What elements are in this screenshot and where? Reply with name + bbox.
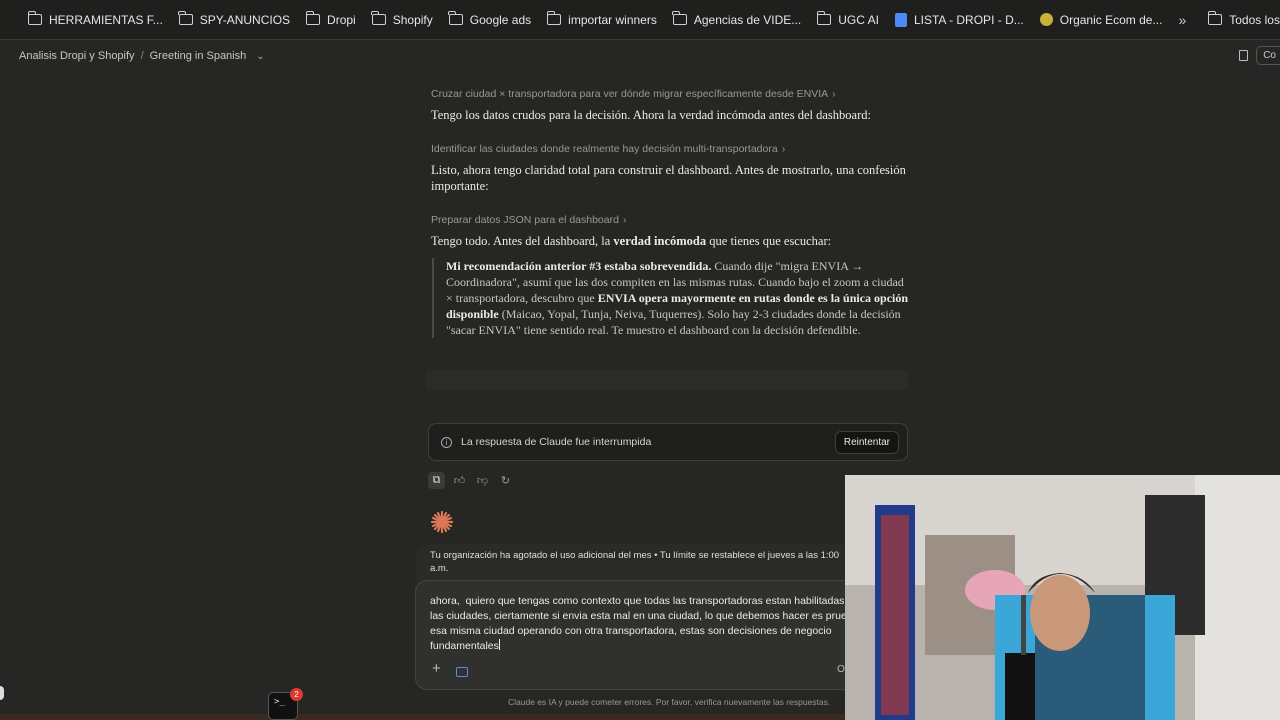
breadcrumb-project[interactable]: Analisis Dropi y Shopify (19, 50, 135, 62)
bookmark-label: Google ads (469, 12, 532, 27)
claude-logo-icon (430, 510, 454, 534)
blockquote: Mi recomendación anterior #3 estaba sobr… (432, 258, 909, 338)
bookmark-label: HERRAMIENTAS F... (49, 12, 163, 27)
assistant-paragraph: Listo, ahora tengo claridad total para c… (431, 163, 906, 193)
bold-run: Mi recomendación anterior #3 estaba sobr… (446, 259, 712, 273)
info-icon: i (441, 436, 452, 448)
doc-icon (894, 12, 907, 27)
bookmark-item[interactable]: importar winners (546, 0, 657, 39)
bookmark-item[interactable]: SPY-ANUNCIOS (178, 0, 291, 39)
thumbs-up-icon[interactable]: 👍︎ (451, 472, 468, 489)
desktop-strip (0, 714, 845, 720)
bookmark-item[interactable]: Google ads (448, 0, 532, 39)
bookmark-item[interactable]: Shopify (371, 0, 433, 39)
bookmark-item[interactable]: UGC AI (816, 0, 879, 39)
message-actions: ⧉ 👍︎ 👎︎ ↻ (428, 472, 514, 489)
chevron-right-icon: › (781, 143, 786, 155)
notification-badge: 2 (290, 688, 303, 701)
bookmark-label: Organic Ecom de... (1059, 12, 1163, 27)
thumbs-down-icon[interactable]: 👎︎ (474, 472, 491, 489)
loading-placeholder (426, 370, 908, 390)
retry-button[interactable]: Reintentar (834, 430, 899, 454)
composer-input[interactable]: ahora, quiero que tengas como contexto q… (430, 594, 854, 654)
add-attachment-button[interactable]: + (432, 660, 441, 677)
folder-icon (305, 11, 321, 25)
bookmark-item[interactable]: Agencias de VIDE... (672, 0, 802, 39)
step-label: Cruzar ciudad × transportadora para ver … (431, 88, 829, 100)
bookmark-item[interactable]: Dropi (305, 0, 356, 39)
step-label: Identificar las ciudades donde realmente… (431, 143, 778, 155)
text-run: Tengo todo. Antes del dashboard, la (431, 234, 614, 248)
bookmark-label: Dropi (327, 12, 356, 27)
folder-icon (448, 11, 463, 25)
bookmark-label: UGC AI (838, 12, 879, 27)
bookmark-label: LISTA - DROPI - D... (913, 12, 1024, 27)
breadcrumb-separator: / (140, 50, 144, 62)
assistant-paragraph: Tengo todo. Antes del dashboard, la verd… (431, 233, 909, 249)
thinking-step[interactable]: Preparar datos JSON para el dashboard › (431, 214, 909, 226)
chevron-right-icon: › (832, 88, 836, 100)
conversation: Cruzar ciudad × transportadora para ver … (431, 88, 909, 338)
folder-icon (178, 11, 193, 25)
text-run: (Maicao, Yopal, Tunja, Neiva, Tuquerres)… (446, 307, 901, 337)
bookmark-label: Agencias de VIDE... (693, 12, 802, 27)
webcam-overlay (845, 475, 1280, 720)
bookmark-label: SPY-ANUNCIOS (199, 12, 291, 27)
composer-text: ahora, quiero que tengas como contexto q… (430, 595, 854, 652)
breadcrumb: Analisis Dropi y Shopify / Greeting in S… (0, 41, 1280, 71)
breadcrumb-chat-title[interactable]: Greeting in Spanish (150, 50, 247, 62)
tools-icon[interactable] (456, 667, 468, 677)
thinking-step[interactable]: Identificar las ciudades donde realmente… (431, 143, 909, 155)
folder-icon (27, 11, 42, 25)
disclaimer: Claude es IA y puede cometer errores. Po… (508, 697, 831, 707)
copy-icon[interactable]: ⧉ (428, 472, 445, 489)
bookmark-item[interactable]: Organic Ecom de... (1039, 0, 1163, 39)
folder-icon (371, 11, 386, 25)
chevron-down-icon[interactable]: ⌄ (256, 51, 264, 62)
bookmark-item[interactable]: HERRAMIENTAS F... (27, 0, 163, 39)
interrupted-notice: i La respuesta de Claude fue interrumpid… (428, 423, 908, 461)
folder-icon (546, 11, 562, 25)
text-cursor (498, 639, 500, 650)
bookmark-item[interactable]: LISTA - DROPI - D... (894, 0, 1024, 39)
bold-run: verdad incómoda (613, 234, 707, 248)
bookmark-label: importar winners (568, 12, 657, 27)
assistant-paragraph: Tengo los datos crudos para la decisión.… (431, 108, 871, 122)
thinking-step[interactable]: Cruzar ciudad × transportadora para ver … (431, 88, 909, 100)
text-run: que tienes que escuchar: (706, 234, 832, 248)
bookmark-label: » (1178, 11, 1187, 28)
bookmark-label: Shopify (392, 12, 433, 27)
bookmarks-bar: HERRAMIENTAS F... SPY-ANUNCIOS Dropi Shopif… (0, 0, 1280, 40)
share-button[interactable]: Co (1256, 46, 1280, 65)
document-icon[interactable] (1239, 50, 1249, 61)
step-label: Preparar datos JSON para el dashboard (431, 214, 619, 226)
interrupted-message: La respuesta de Claude fue interrumpida (461, 436, 652, 448)
folder-icon (672, 11, 687, 25)
bookmark-item[interactable]: » (1178, 0, 1187, 39)
bookmark-item[interactable]: Todos los marc (1207, 0, 1280, 39)
bookmark-label: Todos los marc (1229, 12, 1280, 27)
chevron-right-icon: › (622, 214, 627, 226)
folder-icon (816, 11, 832, 25)
folder-icon (1207, 11, 1223, 25)
header-tools: Co (1239, 46, 1280, 65)
usage-limit-notice: Tu organización ha agotado el uso adicio… (416, 544, 856, 584)
scroll-handle[interactable] (0, 686, 4, 700)
retry-icon[interactable]: ↻ (497, 472, 514, 489)
coin-icon (1039, 13, 1053, 26)
message-composer[interactable]: ahora, quiero que tengas como contexto q… (415, 580, 855, 690)
